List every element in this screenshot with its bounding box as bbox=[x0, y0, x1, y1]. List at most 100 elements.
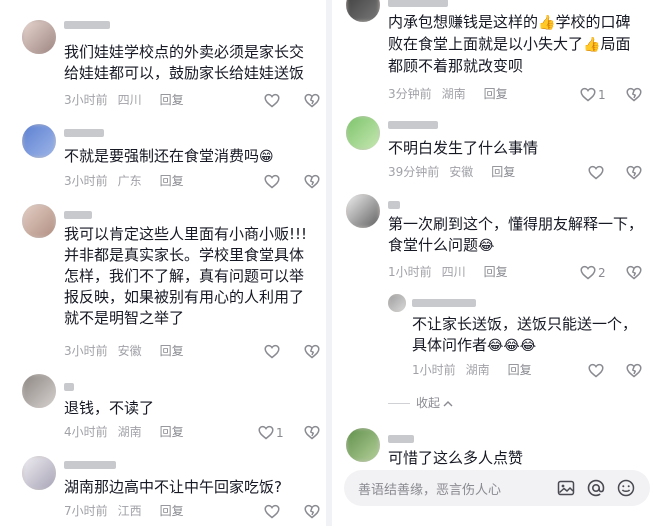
comment-time: 3小时前 bbox=[64, 344, 108, 358]
comment-text: 不明白发生了什么事情 bbox=[388, 139, 539, 157]
heart-outline-icon bbox=[258, 425, 274, 440]
comment-text: 我们娃娃学校点的外卖必须是家长交 给娃娃都可以，鼓励家长给娃娃送饭 bbox=[64, 43, 305, 82]
grin-emoji: 😁 bbox=[259, 149, 274, 165]
dislike-button[interactable] bbox=[626, 86, 642, 102]
reply-button[interactable]: 回复 bbox=[160, 93, 184, 107]
reply-button[interactable]: 回复 bbox=[508, 363, 532, 377]
broken-heart-icon bbox=[304, 425, 320, 440]
dislike-button[interactable] bbox=[626, 362, 642, 378]
comment-meta: 3小时前 四川 回复 bbox=[64, 92, 194, 108]
comment-time: 3小时前 bbox=[64, 174, 108, 188]
heart-outline-icon bbox=[580, 87, 596, 102]
like-count: 2 bbox=[598, 265, 606, 280]
username[interactable] bbox=[64, 18, 114, 32]
username[interactable] bbox=[388, 0, 452, 10]
dislike-button[interactable] bbox=[626, 264, 642, 280]
comment-text: 我可以肯定这些人里面有小商小贩!!! 并非都是真实家长。学校里食堂具体 怎样，我… bbox=[64, 225, 308, 327]
broken-heart-icon bbox=[304, 504, 320, 519]
heart-outline-icon bbox=[264, 174, 280, 189]
username[interactable] bbox=[388, 432, 418, 446]
comment-location: 湖南 bbox=[441, 87, 466, 101]
like-button[interactable] bbox=[264, 503, 282, 519]
avatar[interactable] bbox=[22, 374, 56, 408]
username[interactable] bbox=[388, 198, 404, 212]
dislike-button[interactable] bbox=[304, 343, 320, 359]
right-comment-column[interactable]: 内承包想赚钱是这样的👍学校的口碑 败在食堂上面就是以小失大了👍局面 都顾不着那就… bbox=[332, 0, 658, 526]
comment-location: 安徽 bbox=[117, 344, 142, 358]
like-button[interactable] bbox=[264, 173, 282, 189]
comment-text: 湖南那边高中不让中午回家吃饭? bbox=[64, 478, 282, 496]
comment-meta: 1小时前 四川 回复 bbox=[388, 264, 518, 280]
dislike-button[interactable] bbox=[304, 424, 320, 440]
heart-outline-icon bbox=[264, 344, 280, 359]
reply-button[interactable]: 回复 bbox=[484, 265, 508, 279]
laughing-emoji: 😂 bbox=[478, 238, 495, 254]
comment-meta: 39分钟前 安徽 回复 bbox=[388, 164, 525, 180]
dislike-button[interactable] bbox=[626, 164, 642, 180]
avatar[interactable] bbox=[22, 204, 56, 238]
chevron-up-icon bbox=[443, 400, 453, 406]
comment-meta: 1小时前 湖南 回复 bbox=[412, 362, 542, 378]
at-icon[interactable] bbox=[586, 478, 606, 498]
comment-time: 4小时前 bbox=[64, 425, 108, 439]
comment-location: 四川 bbox=[441, 265, 466, 279]
broken-heart-icon bbox=[626, 265, 642, 280]
heart-outline-icon bbox=[580, 265, 596, 280]
avatar[interactable] bbox=[22, 124, 56, 158]
comment-time: 1小时前 bbox=[412, 363, 456, 377]
like-button[interactable]: 2 bbox=[580, 264, 606, 280]
comment-meta: 3分钟前 湖南 回复 bbox=[388, 86, 518, 102]
like-count: 1 bbox=[598, 87, 606, 102]
broken-heart-icon bbox=[304, 93, 320, 108]
avatar[interactable] bbox=[22, 20, 56, 54]
reply-button[interactable]: 回复 bbox=[491, 165, 515, 179]
thumbs-up-emoji: 👍 bbox=[583, 37, 601, 53]
broken-heart-icon bbox=[304, 344, 320, 359]
comment-input-bar[interactable]: 善语结善缘，恶言伤人心 bbox=[344, 470, 650, 506]
avatar[interactable] bbox=[22, 456, 56, 490]
avatar[interactable] bbox=[346, 194, 380, 228]
comment-text: 退钱，不读了 bbox=[64, 399, 155, 417]
heart-outline-icon bbox=[264, 93, 280, 108]
reply-button[interactable]: 回复 bbox=[484, 87, 508, 101]
like-button[interactable] bbox=[264, 92, 282, 108]
comment-location: 江西 bbox=[117, 504, 142, 518]
comment-time: 3小时前 bbox=[64, 93, 108, 107]
collapse-replies-button[interactable]: 收起 bbox=[388, 394, 454, 411]
avatar[interactable] bbox=[346, 428, 380, 462]
dislike-button[interactable] bbox=[304, 503, 320, 519]
reply-button[interactable]: 回复 bbox=[160, 344, 184, 358]
reply-button[interactable]: 回复 bbox=[160, 425, 184, 439]
like-button[interactable]: 1 bbox=[258, 424, 284, 440]
like-button[interactable] bbox=[588, 362, 606, 378]
comment-text: 不让家长送饭，送饭只能送一个， 具体问作者😂😂😂 bbox=[412, 315, 638, 354]
dislike-button[interactable] bbox=[304, 173, 320, 189]
like-button[interactable]: 1 bbox=[580, 86, 606, 102]
like-button[interactable] bbox=[588, 164, 606, 180]
like-count: 1 bbox=[276, 425, 284, 440]
dislike-button[interactable] bbox=[304, 92, 320, 108]
username[interactable] bbox=[64, 126, 108, 140]
username[interactable] bbox=[388, 118, 442, 132]
comment-meta: 3小时前 安徽 回复 bbox=[64, 343, 194, 359]
username[interactable] bbox=[64, 208, 96, 222]
broken-heart-icon bbox=[626, 363, 642, 378]
comment-time: 39分钟前 bbox=[388, 165, 440, 179]
avatar[interactable] bbox=[346, 0, 380, 22]
avatar[interactable] bbox=[388, 294, 406, 312]
comment-location: 广东 bbox=[117, 174, 142, 188]
image-icon[interactable] bbox=[556, 478, 576, 498]
comment-time: 7小时前 bbox=[64, 504, 108, 518]
avatar[interactable] bbox=[346, 116, 380, 150]
left-comment-column[interactable]: 我们娃娃学校点的外卖必须是家长交 给娃娃都可以，鼓励家长给娃娃送饭 3小时前 四川… bbox=[0, 0, 326, 526]
comment-location: 安徽 bbox=[449, 165, 474, 179]
heart-outline-icon bbox=[264, 504, 280, 519]
username[interactable] bbox=[412, 296, 480, 310]
comment-input-placeholder[interactable]: 善语结善缘，恶言伤人心 bbox=[358, 479, 501, 498]
reply-button[interactable]: 回复 bbox=[160, 504, 184, 518]
smiley-icon[interactable] bbox=[616, 478, 636, 498]
username[interactable] bbox=[64, 458, 120, 472]
reply-button[interactable]: 回复 bbox=[160, 174, 184, 188]
like-button[interactable] bbox=[264, 343, 282, 359]
username[interactable] bbox=[64, 380, 78, 394]
